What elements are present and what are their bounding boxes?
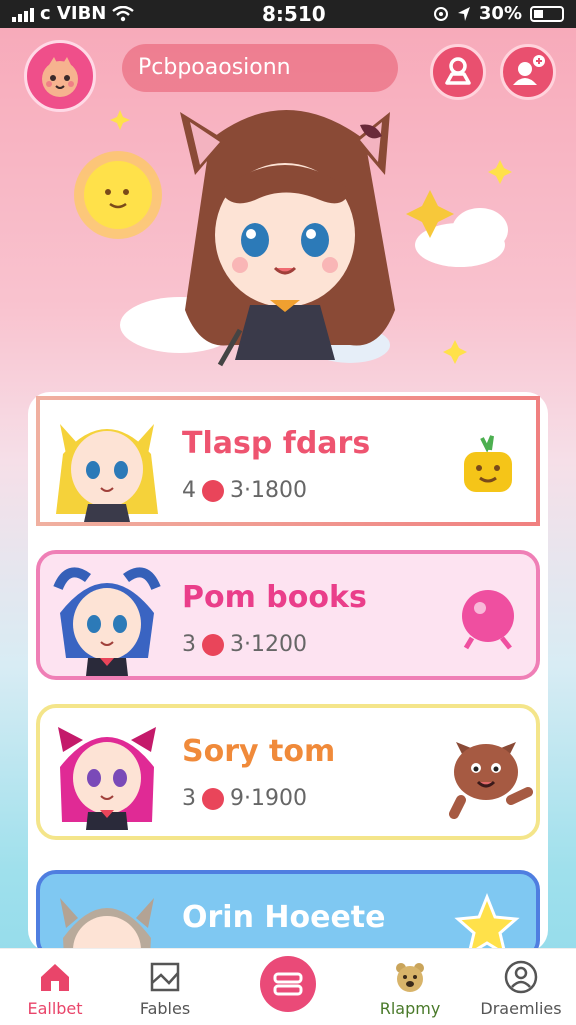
card-stats: 3 3·1200	[182, 632, 307, 657]
signal-icon	[12, 6, 34, 22]
tab-label: Draemlies	[480, 999, 562, 1018]
wifi-icon	[112, 5, 135, 21]
card-title: Tlasp fdars	[182, 426, 371, 461]
tab-label: Fables	[139, 999, 191, 1018]
card-stats: 3 9·1900	[182, 786, 307, 811]
card-title: Pom books	[182, 580, 367, 615]
card-title: Sory tom	[182, 734, 336, 769]
brown-cat-sticker-icon	[449, 742, 533, 819]
card-stat-count: 4	[182, 478, 196, 503]
anime-girl-character	[180, 110, 395, 367]
tab-profile[interactable]: Draemlies	[466, 949, 576, 1025]
card-stat-value: 3·1800	[230, 478, 307, 503]
tab-fables[interactable]: Fables	[110, 949, 220, 1025]
card-stat-value: 9·1900	[230, 786, 307, 811]
search-input[interactable]: Pcbpoaosionn	[122, 44, 398, 92]
story-card[interactable]: Pom books 3 3·1200	[36, 550, 540, 680]
card-stat-count: 3	[182, 632, 196, 657]
profile-button[interactable]	[430, 44, 486, 100]
card-title: Orin Hoeete	[182, 900, 386, 935]
sun-icon	[74, 151, 162, 239]
tab-label: Eallbet	[27, 999, 83, 1018]
heart-dot-icon	[202, 787, 224, 810]
card-stat-value: 3·1200	[230, 632, 307, 657]
home-icon	[41, 964, 69, 991]
heart-dot-icon	[202, 633, 224, 656]
tab-label: Rlapmy	[379, 999, 441, 1018]
add-friend-button[interactable]	[500, 44, 556, 100]
user-icon	[445, 57, 471, 85]
story-card[interactable]: Sory tom 3 9·1900	[36, 704, 540, 840]
story-card[interactable]: Tlasp fdars 4 3·1800	[36, 396, 540, 526]
clock-label: 8:510	[262, 2, 326, 26]
hero-character-illustration	[74, 110, 512, 367]
carrier-label: c VIBN	[40, 3, 107, 24]
story-card[interactable]: Orin Hoeete	[36, 870, 540, 996]
status-bar: c VIBN 8:510 30%	[0, 0, 576, 28]
magenta-hair-character-thumbnail	[58, 727, 156, 830]
tab-rlapmy[interactable]: Rlapmy	[355, 949, 465, 1025]
card-stats: 4 3·1800	[182, 478, 307, 503]
pineapple-sticker-icon	[464, 435, 512, 492]
bear-icon	[396, 963, 424, 992]
card-stat-count: 3	[182, 786, 196, 811]
battery-percent: 30%	[478, 3, 522, 24]
add-user-icon	[513, 55, 545, 85]
heart-dot-icon	[202, 479, 224, 502]
book-icon	[150, 962, 180, 992]
profile-icon	[504, 960, 538, 994]
tab-home[interactable]: Eallbet	[0, 949, 110, 1025]
center-action-icon	[273, 972, 303, 996]
battery-icon	[530, 5, 564, 22]
location-icon	[457, 6, 470, 21]
lock-rotation-icon	[433, 6, 448, 21]
blonde-character-thumbnail	[56, 424, 158, 522]
blue-hair-character-thumbnail	[53, 567, 161, 676]
center-action-button[interactable]	[260, 956, 316, 1012]
pink-blob-sticker-icon	[462, 590, 514, 650]
